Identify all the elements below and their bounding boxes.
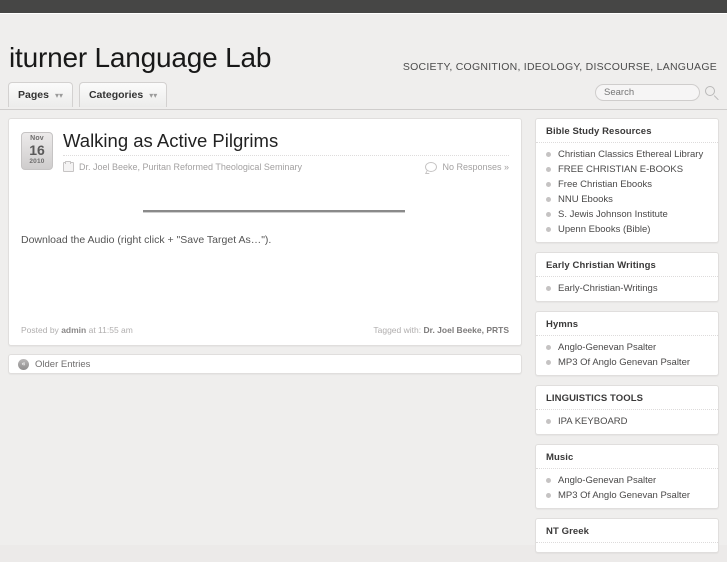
post-tags-label: Tagged with: [373,325,422,335]
sidebar-widget-title: Early Christian Writings [536,259,718,277]
bullet-icon [546,167,551,172]
older-entries-button[interactable]: « Older Entries [8,354,522,374]
post-article: Nov 16 2010 Walking as Active Pilgrims D… [8,118,522,346]
sidebar-link-label: MP3 Of Anglo Genevan Psalter [558,490,691,501]
bullet-icon [546,493,551,498]
sidebar-link-label: Christian Classics Ethereal Library [558,149,704,160]
chevron-down-icon: ▾▾ [54,91,63,100]
chevron-down-icon: ▾▾ [149,91,158,100]
sidebar-widget-title: LINGUISTICS TOOLS [536,392,718,410]
sidebar-link-label: S. Jewis Johnson Institute [558,209,668,220]
post-header: Nov 16 2010 Walking as Active Pilgrims D… [21,130,509,172]
bullet-icon [546,152,551,157]
bullet-icon [546,345,551,350]
sidebar-link-label: NNU Ebooks [558,194,613,205]
nav-tab-list: Pages ▾▾ Categories ▾▾ [8,82,168,107]
post-meta: Dr. Joel Beeke, Puritan Reformed Theolog… [63,158,509,172]
sidebar-link-label: Anglo-Genevan Psalter [558,342,657,353]
sidebar-link-label: IPA KEYBOARD [558,416,628,427]
post-tags: Tagged with: Dr. Joel Beeke, PRTS [373,325,509,335]
nav-tab-categories-label: Categories [88,89,144,101]
older-entries-label: Older Entries [35,358,91,370]
sidebar-widget-title: Music [536,451,718,469]
post-date-year: 2010 [29,158,45,165]
audio-player-placeholder[interactable] [143,210,405,213]
search-icon[interactable] [704,85,720,101]
nav-tab-categories[interactable]: Categories ▾▾ [78,82,168,107]
bullet-icon [546,478,551,483]
sidebar-widget: Music Anglo-Genevan Psalter MP3 Of Anglo G… [535,444,719,509]
sidebar-link-label: Early-Christian-Writings [558,283,658,294]
sidebar-link-label: Anglo-Genevan Psalter [558,475,657,486]
bullet-icon [546,360,551,365]
sidebar-widget: LINGUISTICS TOOLS IPA KEYBOARD [535,385,719,435]
sidebar-link-item[interactable]: MP3 Of Anglo Genevan Psalter [536,488,718,503]
bullet-icon [546,227,551,232]
sidebar-link-item[interactable]: MP3 Of Anglo Genevan Psalter [536,355,718,370]
sidebar-link-label: Upenn Ebooks (Bible) [558,224,651,235]
sidebar-link-label: FREE CHRISTIAN E-BOOKS [558,164,684,175]
download-audio-text[interactable]: Download the Audio (right click + "Save … [21,234,271,246]
post-byline: Posted by admin at 11:55 am [21,325,133,335]
sidebar-widget: Early Christian Writings Early-Christian-… [535,252,719,302]
post-byline-prefix: Posted by [21,325,59,335]
search-input[interactable] [595,84,700,101]
post-responses[interactable]: No Responses » [425,162,509,172]
browser-top-bar [0,0,727,13]
sidebar-link-item[interactable]: Anglo-Genevan Psalter [536,473,718,488]
previous-arrow-icon: « [18,358,29,370]
sidebar-link-item[interactable]: NNU Ebooks [536,192,718,207]
post-date-day: 16 [29,142,45,158]
sidebar-link-item[interactable]: Free Christian Ebooks [536,177,718,192]
search-area [595,84,720,101]
sidebar-widget: Hymns Anglo-Genevan Psalter MP3 Of Anglo G… [535,311,719,376]
sidebar-link-item[interactable]: FREE CHRISTIAN E-BOOKS [536,162,718,177]
sidebar-widget: Bible Study Resources Christian Classics … [535,118,719,243]
sidebar-widget-list [536,543,718,547]
sidebar-link-label: MP3 Of Anglo Genevan Psalter [558,357,691,368]
sidebar-widget-list: Anglo-Genevan Psalter MP3 Of Anglo Geneva… [536,469,718,503]
sidebar-link-item[interactable]: S. Jewis Johnson Institute [536,207,718,222]
sidebar-link-label: Free Christian Ebooks [558,179,652,190]
sidebar-widget-list: Christian Classics Ethereal Library FREE … [536,143,718,237]
site-header: iturner Language Lab SOCIETY, COGNITION,… [0,14,727,82]
comment-bubble-icon [425,162,438,172]
post-header-text: Walking as Active Pilgrims Dr. Joel Beek… [63,130,509,172]
post-category[interactable]: Dr. Joel Beeke, Puritan Reformed Theolog… [63,160,302,172]
post-tags-value[interactable]: Dr. Joel Beeke, PRTS [423,325,509,335]
post-category-label: Dr. Joel Beeke, Puritan Reformed Theolog… [79,162,302,172]
sidebar-widget-title: Hymns [536,318,718,336]
sidebar-widget-list: IPA KEYBOARD [536,410,718,429]
sidebar-widget-title: NT Greek [536,525,718,543]
post-responses-label: No Responses » [442,162,509,172]
sidebar-link-item[interactable]: Christian Classics Ethereal Library [536,147,718,162]
bullet-icon [546,286,551,291]
post-footer: Posted by admin at 11:55 am Tagged with:… [21,325,509,335]
post-title[interactable]: Walking as Active Pilgrims [63,130,509,156]
site-tagline: SOCIETY, COGNITION, IDEOLOGY, DISCOURSE,… [402,61,717,73]
bullet-icon [546,182,551,187]
nav-tab-pages-label: Pages [18,89,49,101]
bullet-icon [546,419,551,424]
sidebar-widget: NT Greek [535,518,719,553]
sidebar-link-item[interactable]: Anglo-Genevan Psalter [536,340,718,355]
folder-icon [63,160,74,172]
bullet-icon [546,197,551,202]
post-time: at 11:55 am [88,325,133,335]
sidebar-link-item[interactable]: Early-Christian-Writings [536,281,718,296]
nav-tab-pages[interactable]: Pages ▾▾ [8,82,73,107]
site-title[interactable]: iturner Language Lab [9,44,271,72]
content-column: Nov 16 2010 Walking as Active Pilgrims D… [8,118,522,374]
sidebar-link-item[interactable]: IPA KEYBOARD [536,414,718,429]
sidebar-link-item[interactable]: Upenn Ebooks (Bible) [536,222,718,237]
sidebar-widget-title: Bible Study Resources [536,125,718,143]
sidebar-widget-list: Anglo-Genevan Psalter MP3 Of Anglo Geneva… [536,336,718,370]
post-author[interactable]: admin [61,325,86,335]
main-navigation: Pages ▾▾ Categories ▾▾ [0,82,727,110]
post-date-badge: Nov 16 2010 [21,132,53,170]
bullet-icon [546,212,551,217]
post-body: Download the Audio (right click + "Save … [21,172,509,276]
sidebar-widget-list: Early-Christian-Writings [536,277,718,296]
sidebar: Bible Study Resources Christian Classics … [535,118,719,562]
